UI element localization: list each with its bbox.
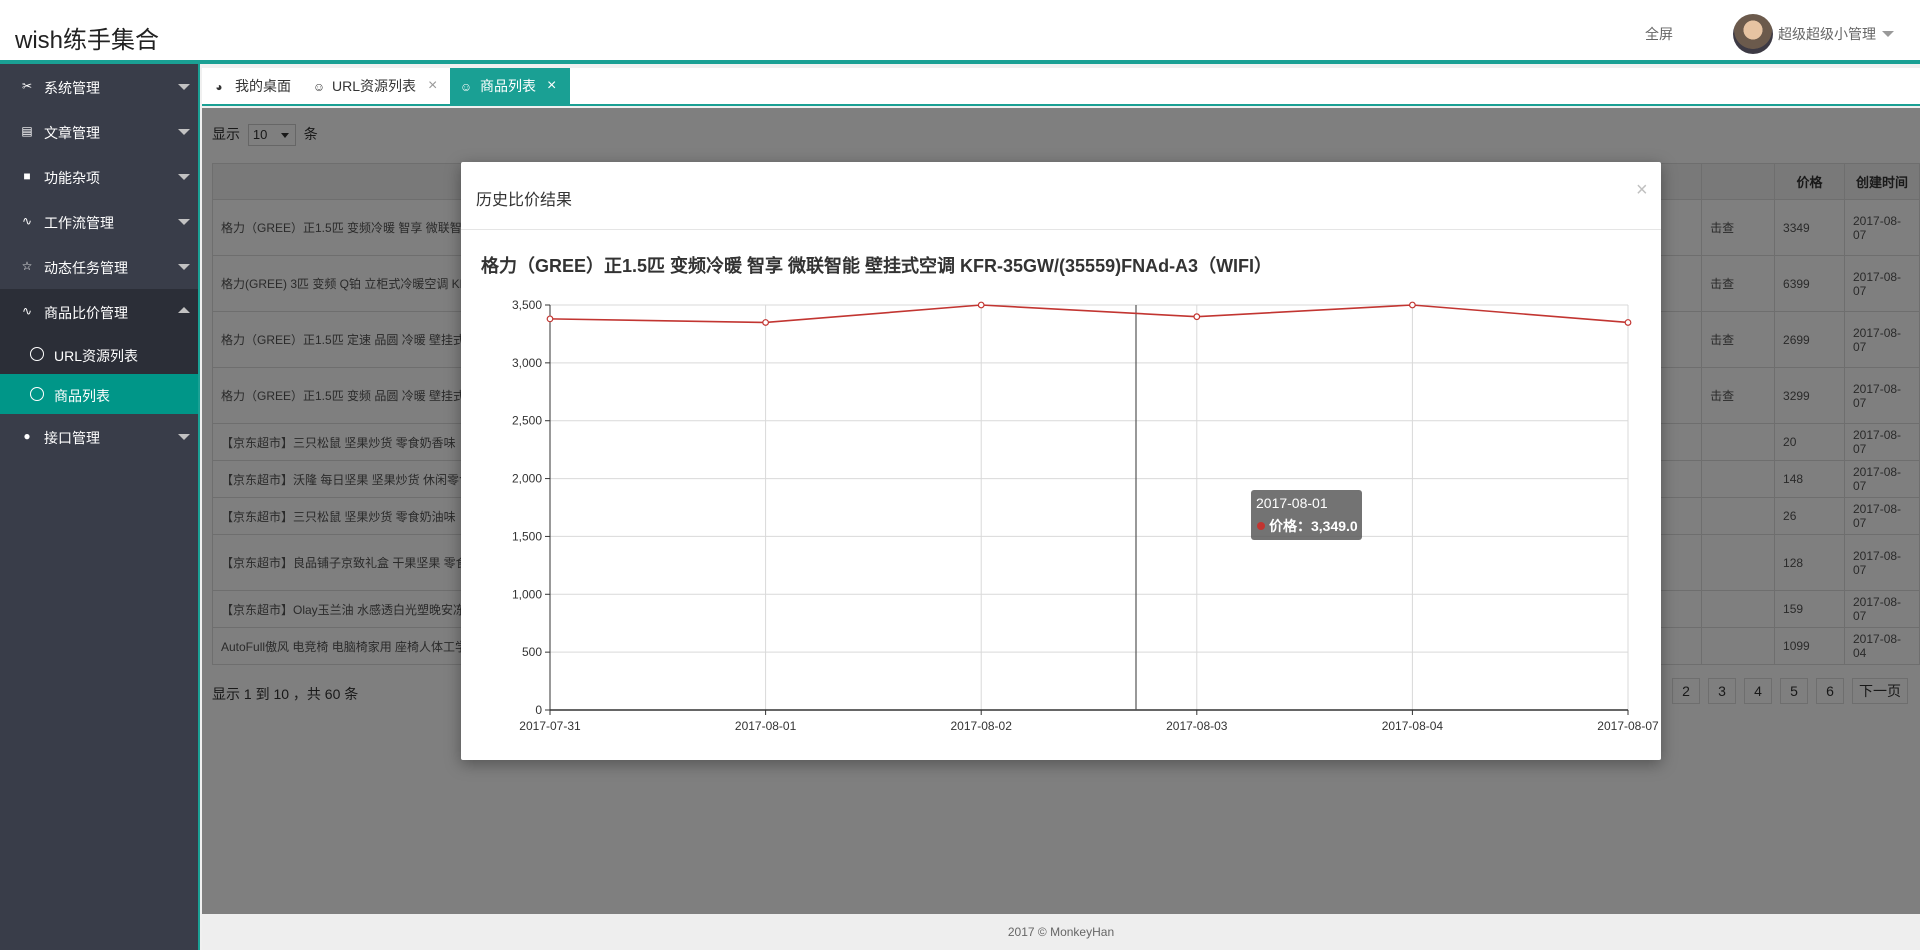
sidebar-item-price-compare[interactable]: ∿ 商品比价管理 [0, 289, 198, 334]
chart-tooltip: 2017-08-01 价格：3,349.0 [1251, 490, 1362, 540]
x-tick-label: 2017-08-03 [1166, 719, 1228, 733]
tooltip-value: 价格：3,349.0 [1269, 518, 1358, 534]
tab-desktop[interactable]: ◕ 我的桌面 [202, 68, 302, 104]
x-tick-label: 2017-08-02 [951, 719, 1013, 733]
sidebar-item-articles[interactable]: ▤ 文章管理 [0, 109, 198, 154]
sidebar-item-misc[interactable]: ■ 功能杂项 [0, 154, 198, 199]
footer: 2017 © MonkeyHan [202, 914, 1920, 950]
data-point [977, 301, 985, 309]
sidebar-item-api[interactable]: ● 接口管理 [0, 414, 198, 459]
chevron-down-icon[interactable] [1882, 31, 1894, 37]
x-tick-label: 2017-07-31 [519, 719, 581, 733]
chevron-up-icon [178, 307, 190, 313]
data-point [1409, 301, 1416, 309]
y-tick-label: 2,500 [512, 414, 542, 428]
sidebar-subitem-url-list[interactable]: URL资源列表 [0, 334, 198, 374]
chevron-down-icon [178, 264, 190, 270]
chevron-down-icon [178, 174, 190, 180]
y-tick-label: 1,500 [512, 529, 542, 543]
y-tick-label: 1,000 [512, 587, 542, 601]
sidebar-item-label: 接口管理 [44, 430, 100, 446]
tab-label: 我的桌面 [235, 78, 291, 94]
y-tick-label: 3,000 [512, 356, 542, 370]
series-dot-icon [1257, 522, 1265, 530]
sidebar-item-label: 功能杂项 [44, 170, 100, 186]
sidebar-subitem-product-list[interactable]: 商品列表 [0, 374, 198, 414]
chevron-down-icon [178, 129, 190, 135]
user-name[interactable]: 超级超级小管理 [1778, 24, 1876, 44]
dashboard-icon: ◕ [215, 80, 223, 94]
close-icon[interactable]: × [428, 68, 437, 104]
star-icon: ☆ [21, 259, 33, 273]
tab-label: 商品列表 [480, 78, 536, 94]
tab-product-list[interactable]: ☺ 商品列表 × [450, 68, 570, 104]
top-header: wish练手集合 全屏 超级超级小管理 [0, 0, 1920, 64]
chevron-down-icon [178, 84, 190, 90]
data-point [762, 319, 770, 326]
close-icon[interactable]: × [547, 68, 556, 104]
folder-icon: ■ [23, 169, 31, 183]
series-line [549, 304, 1629, 324]
tab-url-list[interactable]: ☺ URL资源列表 × [302, 68, 450, 104]
price-line-chart[interactable]: 0 500 1,000 1,500 2,000 2,500 3,000 3,500 2017-0… [461, 162, 1661, 760]
sidebar-item-label: 工作流管理 [44, 215, 114, 231]
data-point [1193, 313, 1201, 321]
data-point [546, 315, 554, 323]
sidebar-item-label: 商品列表 [54, 388, 110, 404]
tab-bar: ◕ 我的桌面 ☺ URL资源列表 × ☺ 商品列表 × [202, 68, 1920, 106]
sidebar-item-system[interactable]: ✂ 系统管理 [0, 64, 198, 109]
y-tick-label: 500 [522, 645, 542, 659]
sidebar-item-label: 系统管理 [44, 80, 100, 96]
pulse-icon: ∿ [21, 304, 33, 318]
sidebar: ✂ 系统管理 ▤ 文章管理 ■ 功能杂项 ∿ 工作流管理 ☆ 动态任务管理 ∿ … [0, 64, 200, 950]
smile-icon [30, 387, 44, 401]
fullscreen-link[interactable]: 全屏 [1645, 24, 1673, 44]
chevron-down-icon [178, 434, 190, 440]
sidebar-item-workflow[interactable]: ∿ 工作流管理 [0, 199, 198, 244]
disc-icon: ● [23, 429, 31, 443]
y-tick-label: 0 [535, 703, 542, 717]
avatar[interactable] [1733, 14, 1773, 54]
x-tick-label: 2017-08-01 [735, 719, 797, 733]
x-tick-label: 2017-08-04 [1382, 719, 1444, 733]
price-history-modal: 历史比价结果 × 格力（GREE）正1.5匹 变频冷暖 智享 微联智能 壁挂式空… [461, 162, 1661, 760]
sidebar-item-label: 文章管理 [44, 125, 100, 141]
smile-icon [30, 347, 44, 361]
y-tick-label: 2,000 [512, 472, 542, 486]
sidebar-item-label: 动态任务管理 [44, 260, 128, 276]
tools-icon: ✂ [21, 79, 33, 93]
smile-icon: ☺ [459, 80, 473, 94]
chevron-down-icon [178, 219, 190, 225]
app-logo[interactable]: wish练手集合 [15, 20, 159, 55]
smile-icon: ☺ [312, 80, 326, 94]
sidebar-item-label: 商品比价管理 [44, 305, 128, 321]
document-icon: ▤ [21, 124, 33, 138]
pulse-icon: ∿ [21, 214, 33, 228]
x-tick-label: 2017-08-07 [1597, 719, 1659, 733]
sidebar-item-label: URL资源列表 [54, 348, 139, 364]
tooltip-date: 2017-08-01 [1256, 495, 1328, 511]
tab-label: URL资源列表 [332, 78, 417, 94]
sidebar-item-tasks[interactable]: ☆ 动态任务管理 [0, 244, 198, 289]
y-tick-label: 3,500 [512, 298, 542, 312]
data-point [1624, 319, 1632, 326]
